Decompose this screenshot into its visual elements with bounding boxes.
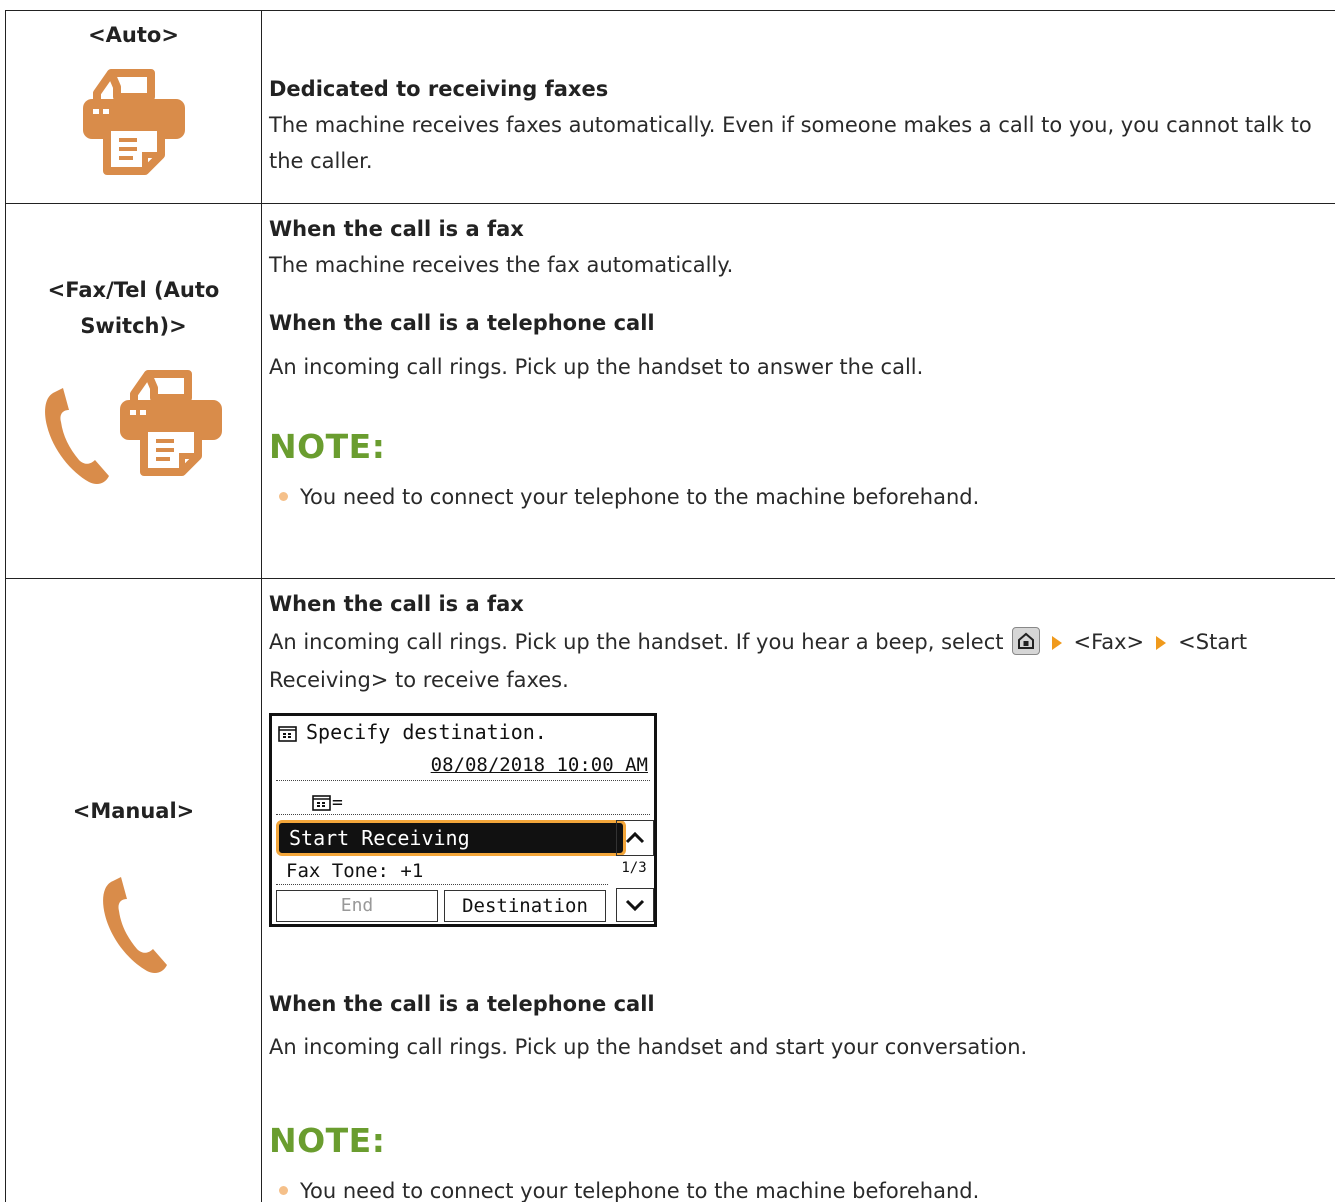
arrow-icon (1156, 636, 1167, 650)
description-cell-manual: When the call is a fax An incoming call … (261, 578, 1335, 1202)
page: <Auto> Dedicated to receiving faxes The … (0, 0, 1335, 1202)
screen-title: Specify destination. (278, 720, 547, 744)
fax-tone-item[interactable]: Fax Tone: +1 (286, 860, 423, 882)
start-receiving-item[interactable]: Start Receiving (276, 820, 626, 856)
mode-cell-manual: <Manual> (5, 578, 262, 1202)
mode-cell-auto: <Auto> (5, 10, 262, 204)
lcd-screen: Specify destination. 08/08/2018 10:00 AM… (269, 713, 657, 927)
mode-name-fax-tel-line2: Switch)> (80, 314, 187, 338)
chevron-up-icon (625, 831, 645, 844)
step-start: <Start (1178, 630, 1248, 654)
divider (276, 884, 608, 885)
page-indicator: 1/3 (621, 860, 647, 876)
heading-tel-call: When the call is a telephone call (269, 311, 655, 335)
phone-icon (102, 877, 167, 973)
step-fax: <Fax> (1073, 630, 1145, 654)
receive-mode-table: <Auto> Dedicated to receiving faxes The … (5, 10, 1335, 1202)
chevron-down-icon (625, 899, 645, 912)
phone-icon (45, 388, 109, 484)
divider (276, 814, 650, 815)
divider (276, 780, 650, 781)
text-tel-call: An incoming call rings. Pick up the hand… (269, 1035, 1028, 1059)
note-title: NOTE: (269, 1121, 386, 1160)
text-auto: The machine receives faxes automatically… (269, 113, 1312, 173)
mode-name-manual: <Manual> (72, 799, 195, 823)
text-fax-call-before: An incoming call rings. Pick up the hand… (269, 630, 1004, 654)
destination-button[interactable]: Destination (444, 890, 606, 922)
fax-machine-icon (120, 370, 223, 476)
destination-input[interactable]: = (312, 792, 343, 813)
note-item: You need to connect your telephone to th… (269, 481, 1324, 513)
heading-dedicated: Dedicated to receiving faxes (269, 77, 609, 101)
text-fax-call: An incoming call rings. Pick up the hand… (269, 623, 1324, 661)
address-book-icon (312, 795, 331, 811)
screen-datetime: 08/08/2018 10:00 AM (430, 754, 648, 776)
row-manual: <Manual> When the call is a fax An incom… (5, 578, 1335, 1202)
fax-machine-icon (82, 69, 185, 175)
mode-name-fax-tel-line1: <Fax/Tel (Auto (47, 278, 220, 302)
scroll-down-button[interactable] (616, 888, 654, 922)
text-fax-call: The machine receives the fax automatical… (269, 253, 734, 277)
description-cell-auto: Dedicated to receiving faxes The machine… (261, 10, 1335, 204)
address-book-icon (278, 725, 297, 742)
heading-tel-call: When the call is a telephone call (269, 992, 655, 1016)
scroll-up-button[interactable] (616, 820, 654, 856)
description-cell-fax-tel: When the call is a fax The machine recei… (261, 203, 1335, 579)
text-fax-call-after: Receiving> to receive faxes. (269, 668, 569, 692)
mode-name-auto: <Auto> (88, 23, 179, 47)
note-item: You need to connect your telephone to th… (269, 1175, 1324, 1202)
home-button-icon (1011, 627, 1040, 655)
heading-fax-call: When the call is a fax (269, 217, 524, 241)
note-title: NOTE: (269, 427, 386, 466)
row-auto: <Auto> Dedicated to receiving faxes The … (5, 10, 1335, 204)
arrow-icon (1051, 636, 1062, 650)
end-button[interactable]: End (276, 890, 438, 922)
note-text: You need to connect your telephone to th… (300, 485, 980, 509)
row-fax-tel: <Fax/Tel (Auto Switch)> When the call is… (5, 203, 1335, 579)
note-text: You need to connect your telephone to th… (300, 1179, 980, 1202)
mode-cell-fax-tel: <Fax/Tel (Auto Switch)> (5, 203, 262, 579)
bullet-icon (279, 1186, 288, 1195)
heading-fax-call: When the call is a fax (269, 592, 524, 616)
text-tel-call: An incoming call rings. Pick up the hand… (269, 355, 924, 379)
bullet-icon (279, 492, 288, 501)
